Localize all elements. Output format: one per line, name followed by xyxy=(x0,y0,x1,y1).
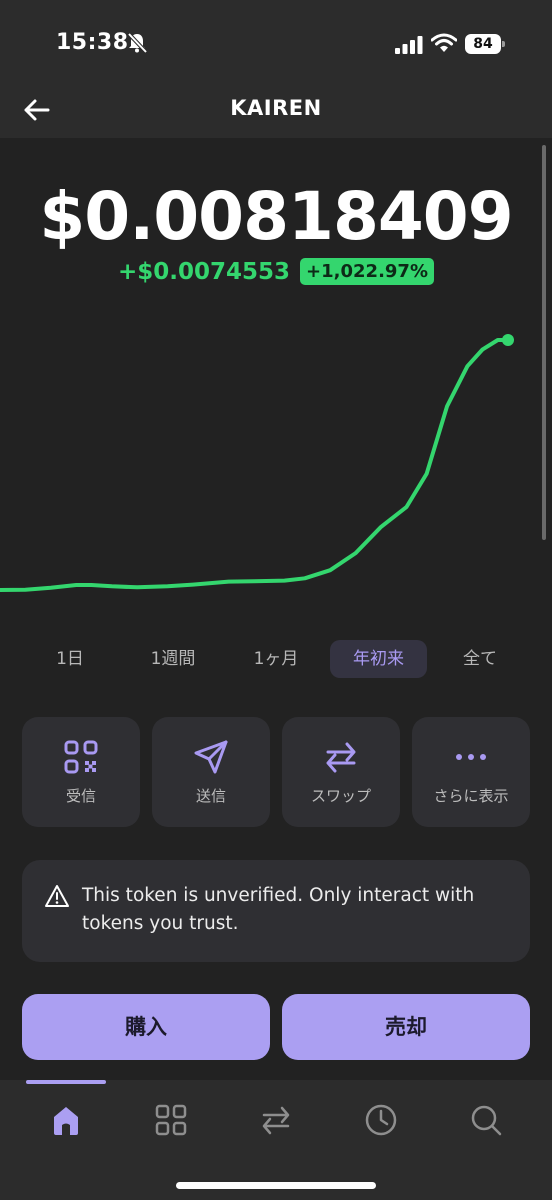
current-price-point xyxy=(502,334,514,346)
clock-icon xyxy=(365,1104,397,1136)
warning-icon xyxy=(45,885,69,907)
status-time: 15:38 xyxy=(56,30,129,55)
nav-swap[interactable] xyxy=(256,1100,296,1140)
price-change-amount: +$0.0074553 xyxy=(118,258,291,285)
unverified-warning: This token is unverified. Only interact … xyxy=(22,860,530,962)
home-indicator xyxy=(176,1182,376,1189)
timeframe-all[interactable]: 全て xyxy=(448,640,512,678)
price-line xyxy=(0,338,510,592)
nav-activity[interactable] xyxy=(361,1100,401,1140)
swap-icon xyxy=(262,1106,290,1135)
wifi-icon xyxy=(431,33,457,52)
nav-home[interactable] xyxy=(46,1100,86,1140)
battery-indicator: 84 xyxy=(465,34,505,54)
swap-arrows-icon xyxy=(326,742,356,773)
buy-button[interactable]: 購入 xyxy=(22,994,270,1060)
qr-code-icon xyxy=(64,740,98,774)
send-label: 送信 xyxy=(195,787,226,805)
timeframe-selector: 1日 1週間 1ヶ月 年初来 全て xyxy=(0,640,552,680)
price-change-percent-badge: +1,022.97% xyxy=(300,258,434,285)
send-arrow-icon xyxy=(194,740,228,774)
bell-muted-icon xyxy=(127,32,148,54)
action-buttons: 受信 送信 スワップ さらに表示 xyxy=(22,717,530,827)
token-price: $0.00818409 xyxy=(39,178,513,255)
swap-button[interactable]: スワップ xyxy=(282,717,400,827)
token-title: KAIREN xyxy=(230,96,322,120)
send-button[interactable]: 送信 xyxy=(152,717,270,827)
signal-icon xyxy=(395,36,423,54)
more-dots-icon xyxy=(456,754,486,760)
home-icon xyxy=(54,1107,78,1135)
more-label: さらに表示 xyxy=(433,787,509,805)
battery-level: 84 xyxy=(465,34,501,54)
swap-label: スワップ xyxy=(310,787,371,805)
screen: 15:38 84 KAIREN $0.00818409 +$0.0074553 … xyxy=(0,0,552,1200)
grid-icon xyxy=(155,1104,187,1136)
sell-button[interactable]: 売却 xyxy=(282,994,530,1060)
battery-cap xyxy=(502,41,505,47)
nav-collectibles[interactable] xyxy=(151,1100,191,1140)
price-change-row: +$0.0074553 +1,022.97% xyxy=(0,258,552,285)
price-chart[interactable] xyxy=(0,320,552,620)
trade-buttons: 購入 売却 xyxy=(22,994,530,1060)
timeframe-ytd[interactable]: 年初来 xyxy=(330,640,427,678)
search-icon xyxy=(471,1105,502,1136)
receive-label: 受信 xyxy=(65,787,96,805)
nav-active-indicator xyxy=(26,1080,106,1084)
header: KAIREN xyxy=(0,88,552,138)
timeframe-1m[interactable]: 1ヶ月 xyxy=(240,640,312,678)
timeframe-1w[interactable]: 1週間 xyxy=(134,640,212,678)
receive-button[interactable]: 受信 xyxy=(22,717,140,827)
timeframe-1d[interactable]: 1日 xyxy=(36,640,104,678)
status-bar: 15:38 84 xyxy=(0,0,552,88)
warning-text: This token is unverified. Only interact … xyxy=(82,885,475,934)
nav-search[interactable] xyxy=(466,1100,506,1140)
more-button[interactable]: さらに表示 xyxy=(412,717,530,827)
